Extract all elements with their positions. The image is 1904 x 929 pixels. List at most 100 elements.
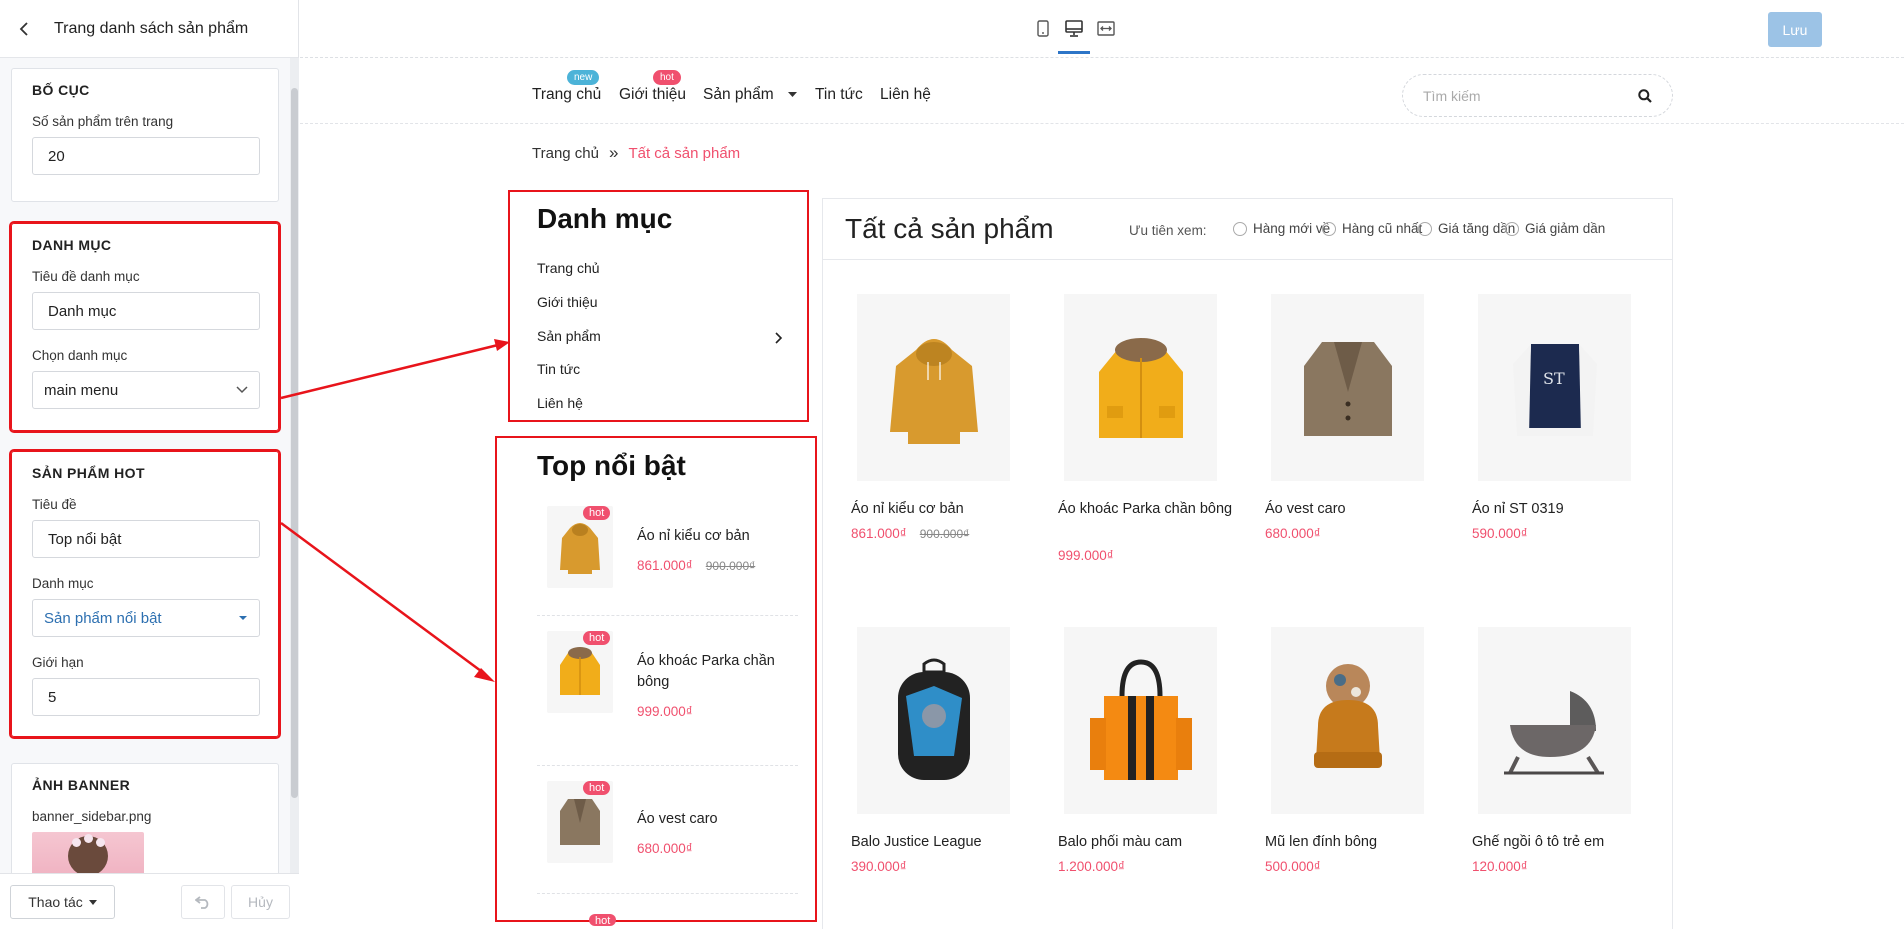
product-price: 390.000₫ <box>851 859 907 874</box>
panel-body: BỐ CỤC Số sản phẩm trên trang 20 DANH MỤ… <box>0 58 289 873</box>
per-page-input[interactable]: 20 <box>32 137 260 175</box>
undo-button[interactable] <box>181 885 225 919</box>
listing-header: Tất cả sản phẩm Ưu tiên xem: Hàng mới về… <box>823 199 1672 260</box>
layout-heading: BỐ CỤC <box>32 82 90 98</box>
product-price-row: 120.000₫ <box>1472 859 1528 874</box>
banner-heading: ẢNH BANNER <box>32 777 131 793</box>
hot-products-section: SẢN PHẨM HOT Tiêu đề Top nổi bật Danh mụ… <box>9 449 281 739</box>
radio-icon <box>1418 221 1432 236</box>
divider <box>537 615 798 616</box>
hot-collection-select[interactable]: Sản phẩm nổi bật <box>32 599 260 637</box>
sort-option-price-asc[interactable]: Giá tăng dần <box>1418 221 1515 236</box>
nav-item-home[interactable]: Trang chủ new <box>532 70 602 104</box>
hot-product-name: Áo nỉ kiểu cơ bản 861.000₫ 900.000₫ <box>637 528 756 573</box>
panel-scrollbar[interactable] <box>290 58 299 873</box>
nav-item-about[interactable]: Giới thiệu hot <box>619 70 687 104</box>
actions-dropdown-button[interactable]: Thao tác <box>10 885 115 919</box>
product-name: Balo Justice League <box>851 834 982 850</box>
device-mobile-button[interactable] <box>1028 16 1058 40</box>
breadcrumb-separator: » <box>608 143 619 162</box>
product-price-row: 500.000₫ <box>1265 859 1321 874</box>
hot-product-item[interactable]: hot Áo vest caro 680.000₫ <box>537 771 798 891</box>
divider <box>537 765 798 766</box>
nav-item-contact[interactable]: Liên hệ <box>880 86 931 104</box>
page-preview: Trang chủ new Giới thiệu hot Sản phẩm Ti… <box>300 58 1904 929</box>
product-name: Mũ len đính bông <box>1265 834 1378 850</box>
product-price-row: 1.200.000₫ <box>1058 859 1125 874</box>
hot-product-item[interactable]: hot Áo khoác Parka chần bông 999.000₫ <box>537 621 798 741</box>
sidebar-category-item[interactable]: Tin tức <box>537 361 580 377</box>
breadcrumb: Trang chủ » Tất cả sản phẩm <box>532 143 740 163</box>
hot-limit-input[interactable]: 5 <box>32 678 260 716</box>
breadcrumb-home[interactable]: Trang chủ <box>532 145 599 162</box>
hot-title-input[interactable]: Top nổi bật <box>32 520 260 558</box>
product-image <box>1271 627 1424 814</box>
hot-badge: hot <box>589 914 617 926</box>
product-price: 120.000₫ <box>1472 859 1528 874</box>
nav-about-label: Giới thiệu <box>619 86 687 103</box>
sidebar-category-item[interactable]: Sản phẩm <box>537 328 601 344</box>
sort-option-newest[interactable]: Hàng mới về <box>1233 221 1330 236</box>
hot-product-price: 680.000₫ <box>637 841 693 856</box>
sidebar-category-title: Danh mục <box>537 203 673 234</box>
sort-option-price-desc[interactable]: Giá giảm dần <box>1505 221 1605 236</box>
product-price-row: 590.000₫ <box>1472 526 1528 541</box>
chevron-down-icon <box>236 386 248 394</box>
category-title-input[interactable]: Danh mục <box>32 292 260 330</box>
hot-collection-value: Sản phẩm nổi bật <box>44 609 162 627</box>
product-image <box>1271 294 1424 481</box>
search-box[interactable]: Tìm kiếm <box>1402 74 1673 117</box>
product-name: Balo phối màu cam <box>1058 834 1183 850</box>
back-icon[interactable] <box>14 18 36 40</box>
new-badge: new <box>567 70 600 85</box>
hot-product-item[interactable]: hot Áo nỉ kiểu cơ bản 861.000₫ 900.000₫ <box>537 496 798 616</box>
undo-icon <box>195 896 209 909</box>
sidebar-category-item[interactable]: Liên hệ <box>537 395 583 411</box>
save-button[interactable]: Lưu <box>1768 12 1822 47</box>
sort-label: Ưu tiên xem: <box>1129 223 1207 238</box>
category-title-label: Tiêu đề danh mục <box>32 269 140 284</box>
nav-item-products[interactable]: Sản phẩm <box>703 86 797 104</box>
hot-badge: hot <box>583 631 611 645</box>
top-toolbar: Lưu <box>300 0 1904 58</box>
sort-option-oldest[interactable]: Hàng cũ nhất <box>1322 221 1422 236</box>
caret-down-icon <box>787 92 797 98</box>
nav-products-label: Sản phẩm <box>703 86 774 103</box>
hot-badge: hot <box>583 506 611 520</box>
hot-product-price: 861.000₫ <box>637 558 693 573</box>
category-select-value: main menu <box>44 381 119 399</box>
banner-file-name: banner_sidebar.png <box>32 809 152 824</box>
chevron-right-icon[interactable] <box>775 332 783 344</box>
hot-limit-label: Giới hạn <box>32 655 84 670</box>
nav-item-news[interactable]: Tin tức <box>815 86 863 104</box>
sidebar-category-item[interactable]: Giới thiệu <box>537 294 598 310</box>
banner-thumbnail[interactable] <box>32 832 144 873</box>
product-name: Áo vest caro <box>1265 501 1346 517</box>
product-name: Áo nỉ kiểu cơ bản <box>851 501 964 517</box>
device-fullwidth-button[interactable] <box>1091 16 1121 40</box>
cancel-button[interactable]: Hủy <box>231 885 290 919</box>
per-page-label: Số sản phẩm trên trang <box>32 114 174 129</box>
hot-product-name: Áo vest caro 680.000₫ <box>637 811 718 856</box>
product-image <box>1064 294 1217 481</box>
search-icon[interactable] <box>1638 88 1652 103</box>
device-desktop-button[interactable] <box>1058 16 1090 54</box>
expand-width-icon <box>1097 20 1115 36</box>
sidebar-category-item[interactable]: Trang chủ <box>537 260 600 276</box>
radio-icon <box>1322 221 1336 236</box>
sidebar-hot-title: Top nổi bật <box>537 450 686 481</box>
search-input[interactable]: Tìm kiếm <box>1423 88 1481 104</box>
category-select-label: Chọn danh mục <box>32 348 128 363</box>
panel-title: Trang danh sách sản phẩm <box>54 19 249 37</box>
nav-home-label: Trang chủ <box>532 86 602 103</box>
listing-title: Tất cả sản phẩm <box>845 213 1054 244</box>
layout-section: BỐ CỤC Số sản phẩm trên trang 20 <box>11 68 279 202</box>
hot-product-price: 999.000₫ <box>637 704 693 719</box>
settings-panel: Trang danh sách sản phẩm BỐ CỤC Số sản p… <box>0 0 299 929</box>
product-image <box>857 627 1010 814</box>
category-heading: DANH MỤC <box>32 237 112 253</box>
hot-heading: SẢN PHẨM HOT <box>32 465 145 481</box>
product-image <box>1064 627 1217 814</box>
category-select[interactable]: main menu <box>32 371 260 409</box>
caret-down-icon <box>239 616 247 620</box>
